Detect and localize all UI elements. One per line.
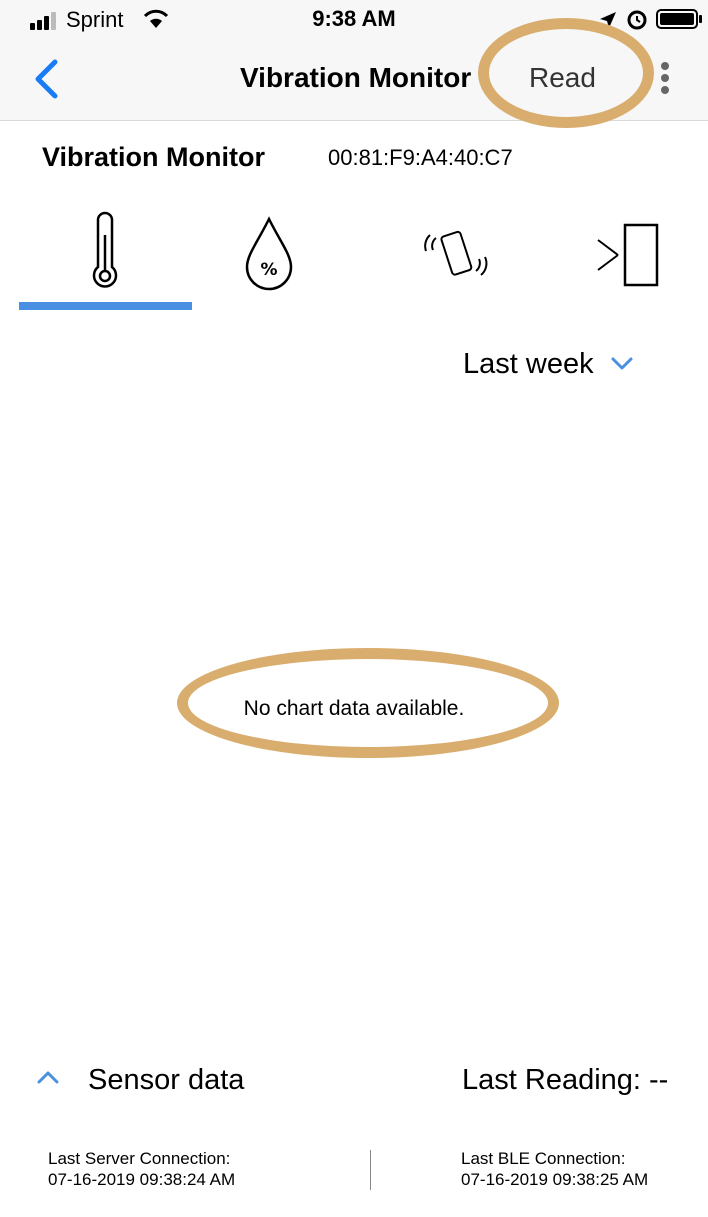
battery-icon <box>656 9 702 29</box>
nav-title: Vibration Monitor <box>240 62 472 93</box>
selected-tab-indicator <box>19 302 192 310</box>
alarm-icon <box>627 10 647 30</box>
tab-door[interactable] <box>535 205 707 305</box>
door-icon <box>597 223 659 287</box>
more-options-icon[interactable] <box>655 60 675 96</box>
chevron-down-icon[interactable] <box>610 356 634 372</box>
device-mac-address: 00:81:F9:A4:40:C7 <box>328 145 513 170</box>
ble-connection-label: Last BLE Connection: <box>461 1149 626 1168</box>
thermometer-icon <box>92 211 118 288</box>
humidity-drop-icon: % <box>245 216 293 291</box>
annotation-circle-no-data <box>177 648 559 758</box>
server-connection-time: 07-16-2019 09:38:24 AM <box>48 1170 236 1189</box>
chevron-up-icon[interactable] <box>36 1068 60 1086</box>
tab-vibration[interactable] <box>363 205 535 305</box>
svg-text:%: % <box>260 260 277 280</box>
ble-connection-time: 07-16-2019 09:38:25 AM <box>461 1170 649 1189</box>
tab-humidity[interactable]: % <box>191 205 363 305</box>
last-reading: Last Reading: -- <box>462 1064 669 1096</box>
tab-temperature[interactable] <box>19 205 191 305</box>
device-name: Vibration Monitor <box>42 142 265 172</box>
server-connection-label: Last Server Connection: <box>48 1149 231 1168</box>
date-range-selector[interactable]: Last week <box>463 348 594 381</box>
back-chevron-icon[interactable] <box>30 58 64 100</box>
vibration-icon <box>424 230 488 276</box>
annotation-circle-read <box>478 18 654 128</box>
footer-divider <box>370 1150 371 1190</box>
sensor-data-toggle[interactable]: Sensor data <box>88 1064 244 1097</box>
